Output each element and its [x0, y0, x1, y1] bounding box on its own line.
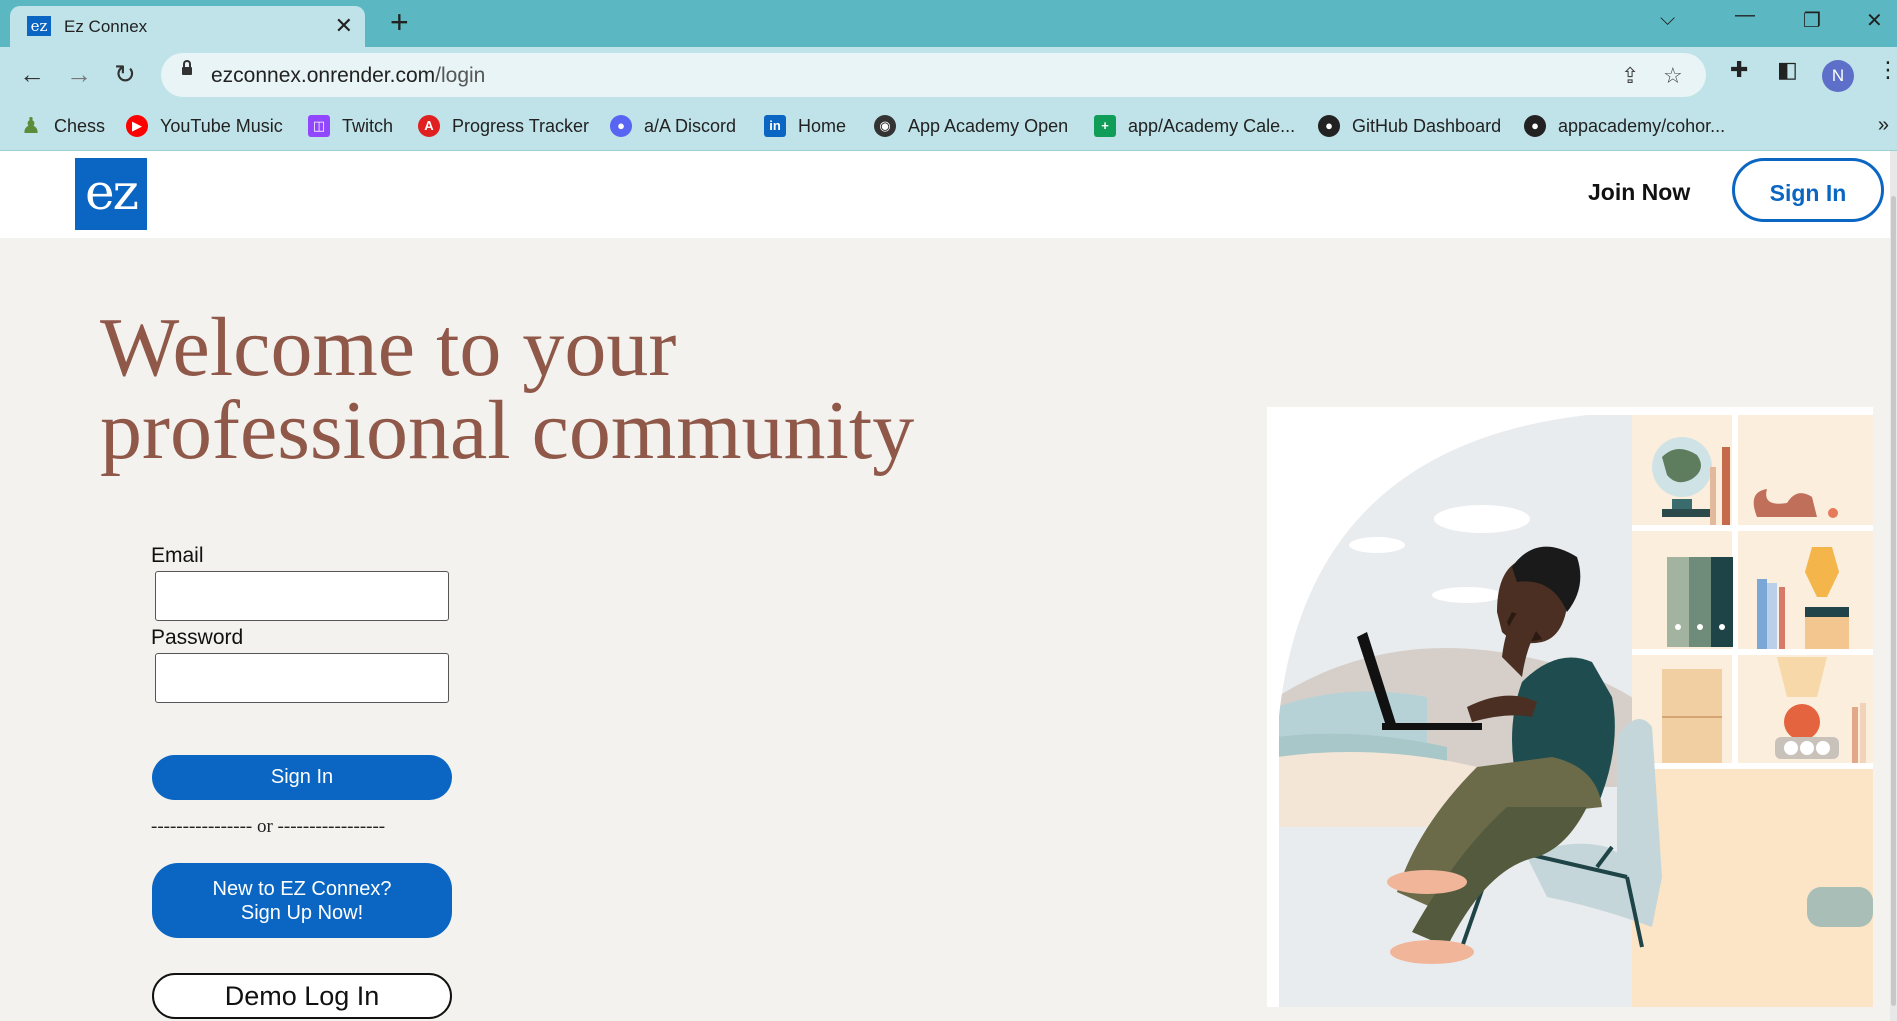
github-icon: ● [1524, 115, 1546, 137]
browser-toolbar: ← → ↻ ezconnex.onrender.com/login ⇪ ☆ ✚ … [0, 47, 1897, 104]
tab-favicon-icon: ez [27, 16, 51, 36]
bookmark-star-icon[interactable]: ☆ [1663, 63, 1683, 89]
bookmark-linkedin-home[interactable]: in Home [764, 114, 846, 138]
bookmark-appacademy-cohort[interactable]: ● appacademy/cohor... [1524, 114, 1725, 138]
password-field[interactable] [155, 653, 449, 703]
password-label: Password [151, 626, 244, 649]
url-text[interactable]: ezconnex.onrender.com/login [211, 64, 485, 88]
man-with-laptop-illustration [1279, 415, 1873, 1007]
email-field[interactable] [155, 571, 449, 621]
bookmarks-bar: ♟ Chess ▶ YouTube Music ◫ Twitch A Progr… [0, 104, 1897, 151]
profile-avatar[interactable]: N [1822, 60, 1854, 92]
ez-logo[interactable]: ez [75, 158, 147, 230]
demo-login-button[interactable]: Demo Log In [152, 973, 452, 1019]
github-icon: ● [1318, 115, 1340, 137]
page-title: Welcome to your professional community [100, 306, 914, 473]
bookmark-label: app/Academy Cale... [1128, 115, 1296, 136]
scrollbar-thumb[interactable] [1891, 196, 1896, 1006]
sheets-icon: + [1094, 115, 1116, 137]
browser-tab-strip: ez Ez Connex ✕ + ⌵ — ❐ ✕ [0, 0, 1897, 47]
sign-up-button[interactable]: New to EZ Connex? Sign Up Now! [152, 863, 452, 938]
url-path: /login [435, 64, 486, 87]
reload-icon[interactable]: ↻ [114, 59, 136, 90]
chess-pawn-icon: ♟ [21, 113, 41, 138]
title-line-1: Welcome to your [100, 301, 677, 394]
side-panel-icon[interactable]: ◧ [1777, 57, 1798, 83]
extensions-puzzle-icon[interactable]: ✚ [1730, 57, 1748, 83]
or-divider: ---------------- or ----------------- [151, 816, 386, 837]
sign-up-line-2: Sign Up Now! [240, 901, 364, 924]
bookmark-label: a/A Discord [644, 115, 737, 136]
bookmarks-overflow-icon[interactable]: » [1878, 114, 1889, 137]
site-header: ez Join Now Sign In [0, 151, 1890, 238]
restore-icon[interactable]: ❐ [1803, 8, 1821, 33]
bookmark-app-academy-open[interactable]: ◉ App Academy Open [874, 114, 1068, 138]
address-bar[interactable]: ezconnex.onrender.com/login ⇪ ☆ [161, 53, 1706, 97]
twitch-icon: ◫ [308, 115, 330, 137]
bookmark-discord[interactable]: ● a/A Discord [610, 114, 736, 138]
forward-arrow-icon[interactable]: → [66, 59, 92, 90]
title-line-2: professional community [100, 384, 915, 477]
bookmark-twitch[interactable]: ◫ Twitch [308, 114, 393, 138]
progress-tracker-icon: A [418, 115, 440, 137]
youtube-music-icon: ▶ [126, 115, 148, 137]
globe-icon: ◉ [874, 115, 896, 137]
bookmark-label: GitHub Dashboard [1352, 115, 1502, 136]
share-icon[interactable]: ⇪ [1621, 63, 1639, 89]
browser-tab-active[interactable]: ez Ez Connex ✕ [10, 6, 365, 47]
hero-illustration [1267, 407, 1873, 1007]
bookmark-label: Progress Tracker [452, 115, 590, 136]
header-sign-in-button[interactable]: Sign In [1732, 158, 1884, 222]
window-close-icon[interactable]: ✕ [1866, 8, 1883, 33]
bookmark-academy-calendar[interactable]: + app/Academy Cale... [1094, 114, 1295, 138]
page-content: ez Join Now Sign In Welcome to your prof… [0, 151, 1897, 1021]
tab-close-icon[interactable]: ✕ [335, 13, 353, 39]
browser-menu-icon[interactable]: ⋮ [1877, 57, 1897, 83]
email-label: Email [151, 544, 204, 567]
tab-title: Ez Connex [64, 17, 148, 36]
url-host: ezconnex.onrender.com [211, 64, 436, 87]
bookmark-label: Home [798, 115, 847, 136]
bookmark-label: Twitch [342, 115, 394, 136]
bookmark-progress-tracker[interactable]: A Progress Tracker [418, 114, 589, 138]
minimize-icon[interactable]: — [1735, 4, 1755, 27]
bookmark-label: App Academy Open [908, 115, 1069, 136]
bookmark-label: Chess [54, 115, 106, 136]
back-arrow-icon[interactable]: ← [19, 59, 45, 90]
lock-icon[interactable] [182, 60, 192, 75]
discord-icon: ● [610, 115, 632, 137]
bookmark-chess[interactable]: ♟ Chess [20, 114, 105, 138]
linkedin-icon: in [764, 115, 786, 137]
sign-in-button[interactable]: Sign In [152, 755, 452, 800]
tab-search-chevron-icon[interactable]: ⌵ [1660, 8, 1675, 31]
bookmark-youtube-music[interactable]: ▶ YouTube Music [126, 114, 283, 138]
sign-up-line-1: New to EZ Connex? [212, 877, 392, 900]
bookmark-label: YouTube Music [160, 115, 283, 136]
new-tab-icon[interactable]: + [390, 4, 409, 41]
join-now-link[interactable]: Join Now [1588, 179, 1690, 206]
bookmark-label: appacademy/cohor... [1558, 115, 1726, 136]
bookmark-github-dashboard[interactable]: ● GitHub Dashboard [1318, 114, 1501, 138]
